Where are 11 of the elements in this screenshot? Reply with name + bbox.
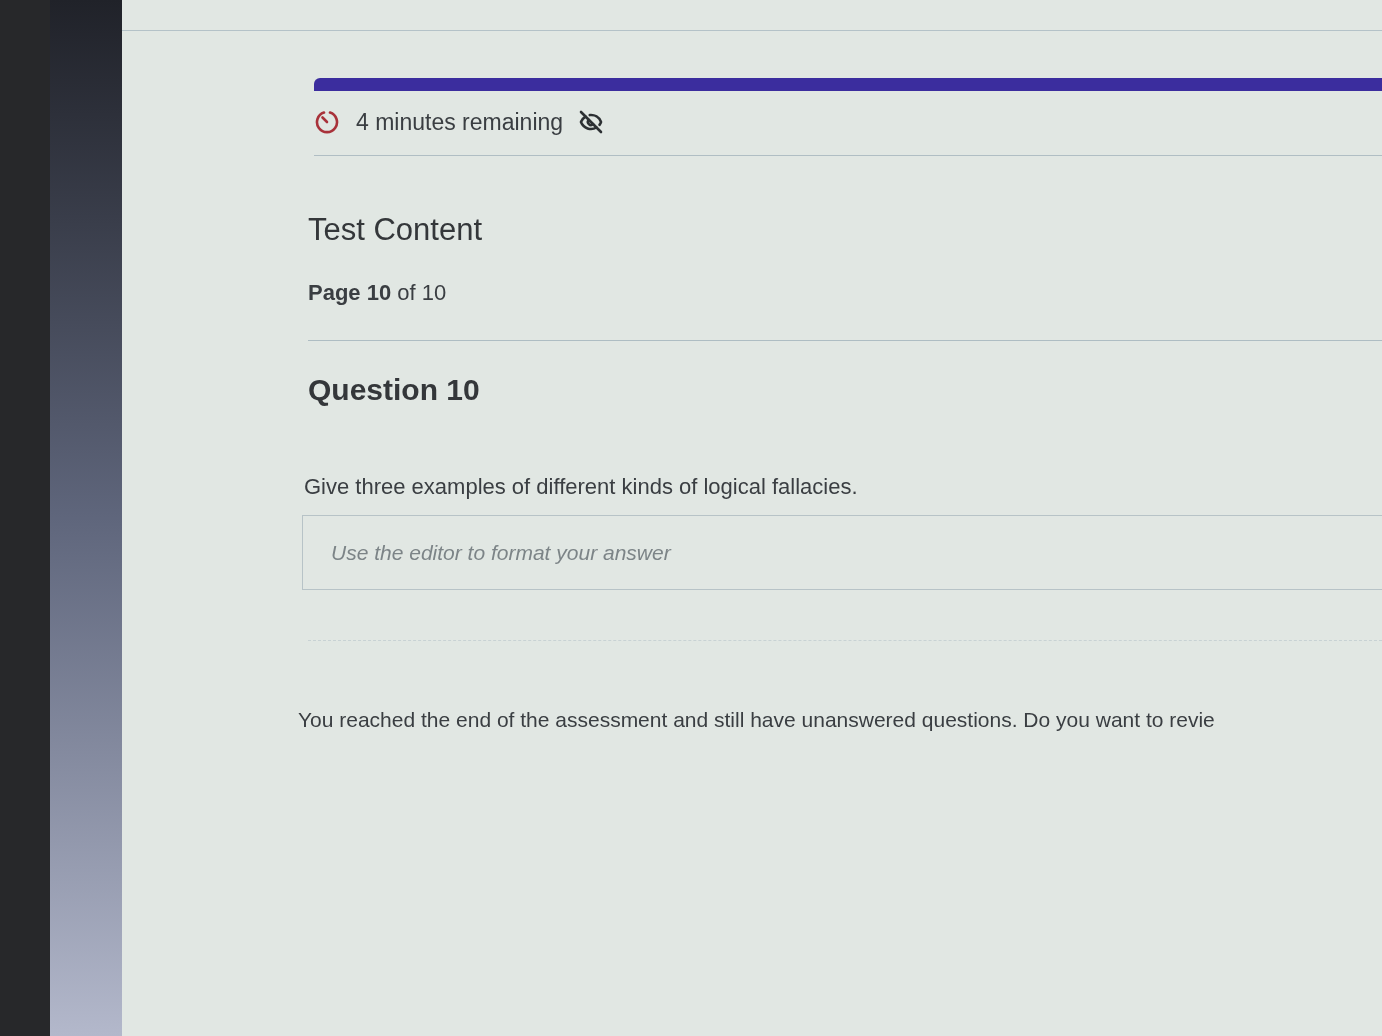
answer-box[interactable]: Use the editor to format your answer (302, 515, 1382, 590)
end-message: You reached the end of the assessment and still have unanswered questions. Do you want to revie (298, 707, 1216, 733)
time-remaining: 4 minutes remaining (356, 107, 564, 137)
answer-placeholder: Use the editor to format your answer (331, 539, 671, 566)
section-title: Test Content (308, 212, 484, 248)
page-indicator: Page 10 of 10 (308, 279, 448, 307)
question-title: Question 10 (308, 372, 481, 408)
clock-icon (315, 110, 339, 134)
question-prompt: Give three examples of different kinds of logical fallacies. (304, 473, 859, 501)
hide-timer-button[interactable] (579, 110, 604, 134)
eye-slash-icon (579, 110, 604, 134)
